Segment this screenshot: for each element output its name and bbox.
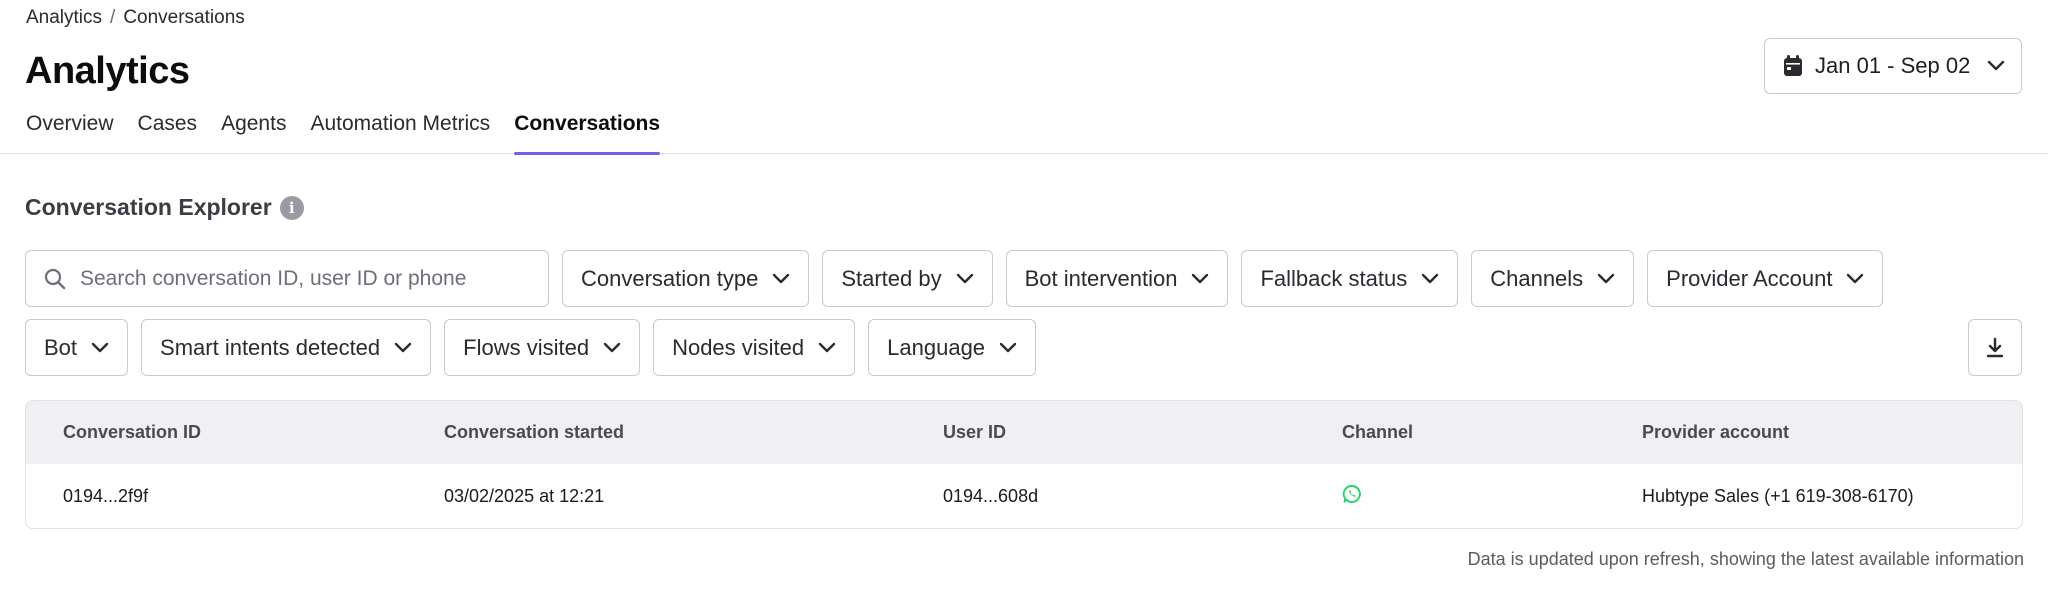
filter-label: Flows visited [463, 334, 590, 360]
filter-label: Channels [1490, 265, 1584, 291]
filter-label: Language [887, 334, 986, 360]
breadcrumb: Analytics / Conversations [26, 7, 245, 29]
conversations-table: Conversation ID Conversation started Use… [25, 400, 2023, 529]
filter-label: Provider Account [1666, 265, 1833, 291]
info-icon[interactable]: i [279, 195, 304, 220]
tab-conversations[interactable]: Conversations [514, 112, 660, 155]
chevron-down-icon [999, 342, 1017, 352]
chevron-down-icon [1192, 273, 1209, 283]
filter-conversation-type[interactable]: Conversation type [562, 250, 810, 307]
column-header-conversation-started[interactable]: Conversation started [444, 422, 624, 443]
whatsapp-icon [1342, 485, 1361, 503]
filter-row-2: Bot Smart intents detected Flows visited… [25, 319, 1037, 376]
column-header-channel[interactable]: Channel [1342, 422, 1413, 443]
filter-nodes-visited[interactable]: Nodes visited [653, 319, 856, 376]
tab-bar: Overview Cases Agents Automation Metrics… [0, 112, 2048, 155]
cell-conversation-started: 03/02/2025 at 12:21 [444, 486, 605, 506]
search-input[interactable] [80, 266, 530, 291]
filter-label: Bot intervention [1024, 265, 1178, 291]
chevron-down-icon [1597, 273, 1615, 283]
filter-label: Fallback status [1260, 265, 1408, 291]
breadcrumb-item-conversations: Conversations [123, 7, 245, 28]
filter-row-1: Conversation type Started by Bot interve… [25, 250, 1884, 307]
data-refresh-note: Data is updated upon refresh, showing th… [1467, 549, 2024, 569]
download-button[interactable] [1968, 319, 2022, 376]
section-title: Conversation Explorer i [25, 194, 304, 221]
date-range-picker[interactable]: Jan 01 - Sep 02 [1764, 38, 2022, 94]
chevron-down-icon [1847, 273, 1864, 283]
tab-agents[interactable]: Agents [221, 112, 286, 154]
cell-provider-account: Hubtype Sales (+1 619-308-6170) [1642, 486, 1914, 506]
column-header-provider-account[interactable]: Provider account [1642, 422, 1789, 443]
filter-label: Nodes visited [672, 334, 805, 360]
search-icon [44, 268, 66, 289]
filter-started-by[interactable]: Started by [822, 250, 993, 307]
chevron-down-icon [956, 273, 973, 283]
filter-language[interactable]: Language [868, 319, 1037, 376]
filter-label: Conversation type [581, 265, 759, 291]
chevron-down-icon [818, 342, 836, 352]
filter-bot-intervention[interactable]: Bot intervention [1005, 250, 1229, 307]
breadcrumb-item-analytics[interactable]: Analytics [26, 7, 102, 29]
chevron-down-icon [603, 342, 621, 352]
filter-flows-visited[interactable]: Flows visited [444, 319, 641, 376]
tab-cases[interactable]: Cases [138, 112, 198, 154]
table-header: Conversation ID Conversation started Use… [26, 401, 2022, 464]
filter-label: Smart intents detected [160, 334, 381, 360]
filter-label: Started by [841, 265, 942, 291]
search-box [25, 250, 549, 307]
cell-user-id: 0194...608d [943, 486, 1039, 506]
cell-conversation-id: 0194...2f9f [63, 486, 149, 506]
tab-automation-metrics[interactable]: Automation Metrics [310, 112, 490, 154]
chevron-down-icon [773, 273, 790, 283]
filter-provider-account[interactable]: Provider Account [1647, 250, 1884, 307]
column-header-user-id[interactable]: User ID [943, 422, 1006, 443]
filter-smart-intents[interactable]: Smart intents detected [141, 319, 432, 376]
filter-channels[interactable]: Channels [1471, 250, 1635, 307]
chevron-down-icon [1422, 273, 1439, 283]
download-icon [1986, 337, 2004, 357]
filter-bot[interactable]: Bot [25, 319, 129, 376]
chevron-down-icon [1987, 60, 2005, 71]
table-row[interactable]: 0194...2f9f 03/02/2025 at 12:21 0194...6… [26, 464, 2022, 528]
filter-label: Bot [44, 334, 78, 360]
calendar-icon [1784, 55, 1802, 76]
column-header-conversation-id[interactable]: Conversation ID [63, 422, 201, 443]
chevron-down-icon [394, 342, 412, 352]
breadcrumb-separator: / [110, 7, 116, 28]
page-title: Analytics [25, 50, 190, 92]
filter-fallback-status[interactable]: Fallback status [1241, 250, 1459, 307]
analytics-page: Analytics / Conversations Analytics Jan … [0, 0, 2048, 590]
cell-channel [1342, 484, 1362, 509]
date-range-label: Jan 01 - Sep 02 [1815, 53, 1971, 78]
chevron-down-icon [91, 342, 109, 352]
section-title-text: Conversation Explorer [25, 194, 272, 220]
tab-overview[interactable]: Overview [26, 112, 114, 154]
